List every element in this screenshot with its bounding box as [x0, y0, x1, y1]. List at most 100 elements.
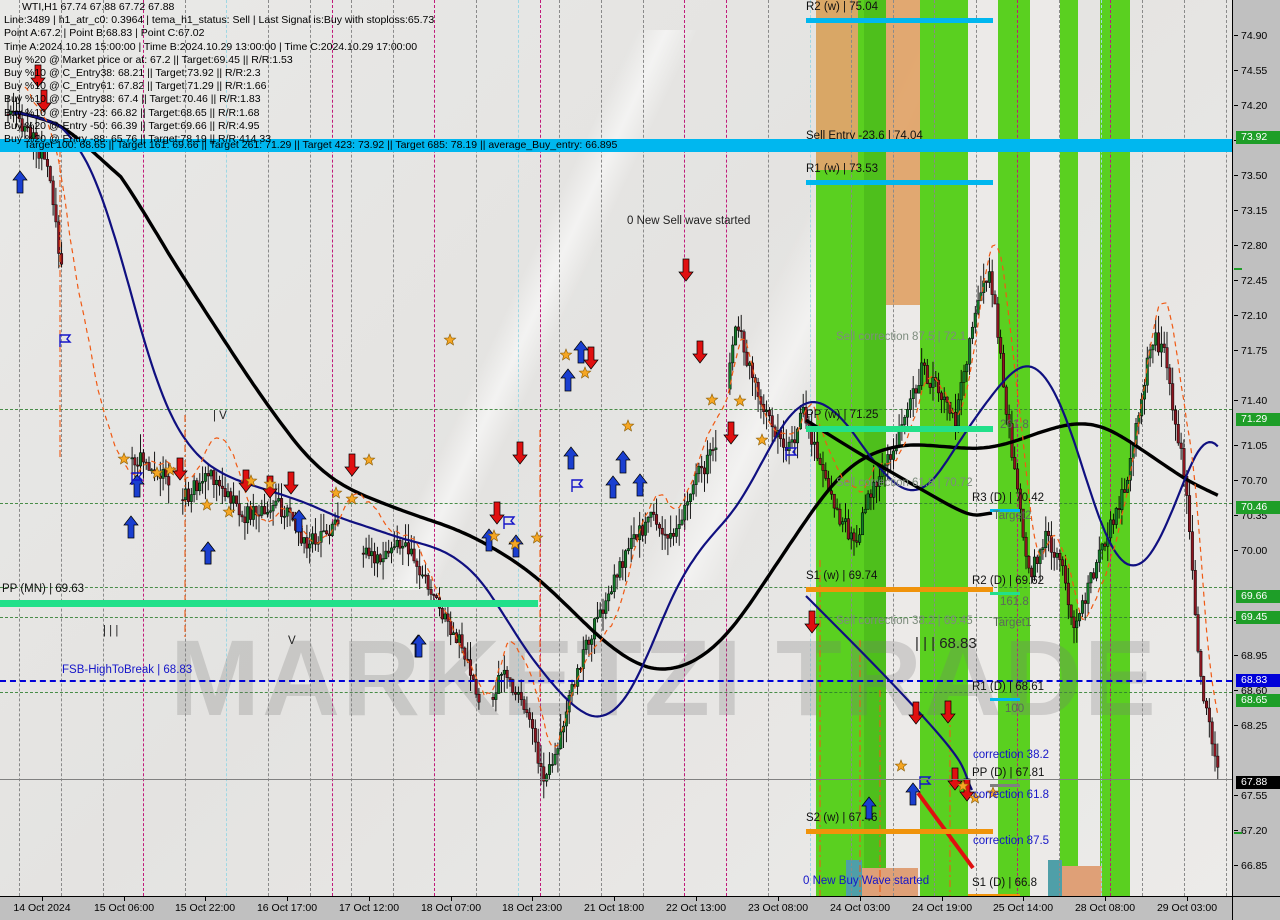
info-line-10: Buy %20 @ Entry -88: 65.76 || Target:78.…	[4, 133, 272, 146]
time-tick-label: 14 Oct 2024	[13, 902, 71, 914]
entry-star-icon	[362, 453, 376, 466]
price-highlight-badge: 68.65	[1236, 694, 1280, 707]
info-line-6: Buy %10 @ C_Entry61: 67.82 || Target:71.…	[4, 80, 267, 93]
chart-window: MARKETZI TRADE R2 (w) | 75.04 Sell Entry …	[0, 0, 1280, 920]
chart-annotation: 0 New Buy Wave started	[803, 875, 930, 887]
price-tick-label: 71.05	[1233, 440, 1280, 452]
daily-pivot-label: S1 (D) | 66.8	[972, 877, 1037, 889]
time-tick-mark	[532, 897, 533, 901]
price-axis[interactable]: 74.9074.5574.2073.8573.5073.1572.8072.45…	[1232, 0, 1280, 896]
chart-annotation: correction 38.2	[973, 749, 1050, 761]
axis-corner	[1232, 896, 1280, 920]
price-highlight-badge: 67.88	[1236, 776, 1280, 789]
info-line-7: Buy %10 @ C_Entry88: 67.4 || Target:70.4…	[4, 93, 261, 106]
breakout-flag-icon	[785, 447, 798, 460]
daily-pivot-label: R2 (D) | 69.62	[972, 575, 1045, 587]
price-tick-label: 71.75	[1233, 345, 1280, 357]
breakout-flag-icon	[571, 479, 584, 492]
info-line-1: Line:3489 | h1_atr_c0: 0.3964 | tema_h1_…	[4, 14, 435, 27]
sell-arrow-down-icon	[692, 340, 708, 364]
fib-ratio-label: 261.8	[1000, 419, 1029, 431]
buy-arrow-up-icon	[560, 368, 576, 392]
time-tick-label: 21 Oct 18:00	[583, 902, 645, 914]
time-axis[interactable]: 14 Oct 2024 15 Oct 06:00 15 Oct 22:00 16 Oc…	[0, 896, 1280, 920]
entry-star-icon	[894, 759, 908, 772]
buy-arrow-up-icon	[123, 515, 139, 539]
price-tick-label: 70.00	[1233, 545, 1280, 557]
price-highlight-badge: 69.45	[1236, 611, 1280, 624]
time-tick-mark	[1023, 897, 1024, 901]
entry-star-icon	[329, 486, 343, 499]
info-line-3: Time A:2024.10.28 15:00:00 | Time B:2024…	[4, 40, 418, 53]
chart-annotation: Sell correction 87.5 | 72.1	[836, 331, 967, 343]
info-line-4: Buy %20 @ Market price or at: 67.2 || Ta…	[4, 53, 293, 66]
time-tick-label: 24 Oct 19:00	[911, 902, 973, 914]
chart-annotation: correction 61.8	[973, 789, 1050, 801]
sell-arrow-down-icon	[172, 457, 188, 481]
fib-ratio-label: 161.8	[1000, 596, 1029, 608]
price-highlight-badge: 70.46	[1236, 501, 1280, 514]
buy-arrow-up-icon	[905, 782, 921, 806]
time-tick-label: 22 Oct 13:00	[665, 902, 727, 914]
chart-annotation: Sell correction 61.8 | 70.72	[836, 477, 973, 489]
price-highlight-badge: 71.29	[1234, 413, 1280, 834]
pp-daily-line[interactable]	[0, 779, 1232, 780]
entry-star-icon	[345, 492, 359, 505]
price-tick-label: 66.85	[1233, 860, 1280, 872]
daily-pivot-line[interactable]	[990, 784, 1020, 787]
entry-star-icon	[621, 419, 635, 432]
time-tick-label: 16 Oct 17:00	[256, 902, 318, 914]
sell-arrow-down-icon	[489, 501, 505, 525]
sell-arrow-down-icon	[344, 453, 360, 477]
time-tick-mark	[42, 897, 43, 901]
daily-pivot-label: PP (D) | 67.81	[972, 767, 1045, 779]
time-tick-mark	[778, 897, 779, 901]
entry-star-icon	[733, 394, 747, 407]
time-tick-label: 28 Oct 08:00	[1074, 902, 1136, 914]
buy-arrow-up-icon	[632, 473, 648, 497]
fib-ratio-label: 100	[1005, 703, 1025, 715]
time-tick-label: 18 Oct 07:00	[420, 902, 482, 914]
time-tick-label: 29 Oct 03:00	[1156, 902, 1218, 914]
entry-star-icon	[163, 463, 177, 476]
chart-annotation: | | |	[103, 625, 119, 637]
chart-plot-area[interactable]: MARKETZI TRADE R2 (w) | 75.04 Sell Entry …	[0, 0, 1232, 896]
time-tick-mark	[614, 897, 615, 901]
entry-star-icon	[222, 505, 236, 518]
time-tick-label: 18 Oct 23:00	[501, 902, 563, 914]
entry-star-icon	[530, 531, 544, 544]
daily-pivot-label: R3 (D) | 70.42	[972, 492, 1045, 504]
price-tick-label: 67.20	[1233, 825, 1280, 837]
time-tick-label: 15 Oct 22:00	[174, 902, 236, 914]
time-tick-mark	[696, 897, 697, 901]
price-tick-label: 72.80	[1233, 240, 1280, 252]
ohlc-values: 67.74 67.88 67.72 67.88	[60, 1, 175, 13]
buy-arrow-up-icon	[563, 446, 579, 470]
buy-arrow-up-icon	[411, 634, 427, 658]
info-line-5: Buy %10 @ C_Entry38: 68.21 || Target:73.…	[4, 67, 261, 80]
buy-arrow-up-icon	[615, 450, 631, 474]
chart-annotation: Sell correction 38.2 | 69.45	[836, 615, 973, 627]
sell-arrow-down-icon	[804, 610, 820, 634]
chart-annotation: | | | 68.83	[915, 635, 977, 652]
price-tick-label: 74.55	[1233, 65, 1280, 77]
time-tick-label: 15 Oct 06:00	[93, 902, 155, 914]
daily-pivot-line[interactable]	[990, 698, 1020, 701]
chart-annotation: correction 87.5	[973, 835, 1050, 847]
time-tick-label: 23 Oct 08:00	[747, 902, 809, 914]
entry-star-icon	[150, 466, 164, 479]
price-tick-label: 74.20	[1233, 100, 1280, 112]
chart-annotation: | V	[213, 410, 227, 422]
time-tick-mark	[1187, 897, 1188, 901]
price-tick-label: 73.15	[1233, 205, 1280, 217]
info-line-2: Point A:67.2 | Point B:68.83 | Point C:6…	[4, 27, 205, 40]
price-tick-label: 71.40	[1233, 395, 1280, 407]
price-tick-label: 68.95	[1233, 650, 1280, 662]
sell-arrow-down-icon	[512, 441, 528, 465]
info-line-8: Buy %10 @ Entry -23: 66.82 || Target:68.…	[4, 106, 260, 119]
entry-star-icon	[755, 433, 769, 446]
daily-pivot-line[interactable]	[990, 592, 1020, 595]
breakout-flag-icon	[59, 334, 72, 347]
fib-ratio-label: Target2	[993, 510, 1032, 522]
sell-arrow-down-icon	[908, 701, 924, 725]
